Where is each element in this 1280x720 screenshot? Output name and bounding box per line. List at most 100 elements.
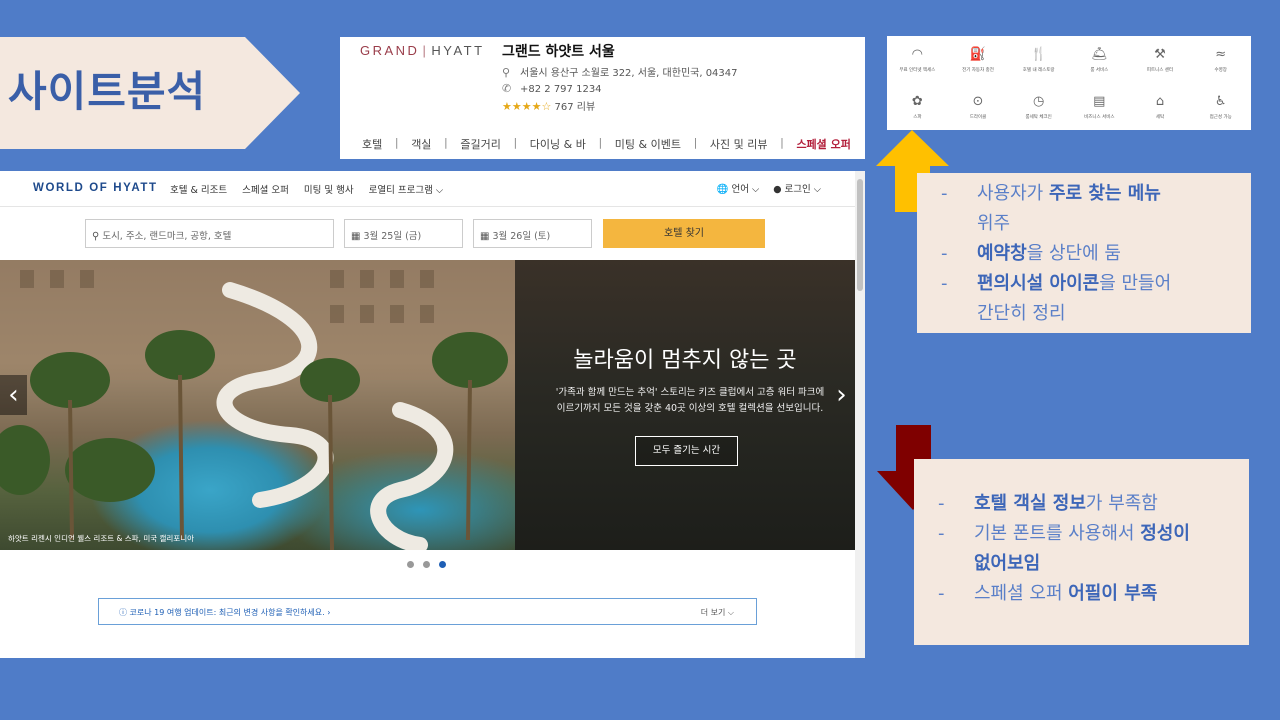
amenity-item: ◷ 룸세탁 체크인 (1008, 83, 1069, 130)
amenity-label: 비즈니스 서비스 (1084, 114, 1115, 120)
world-of-hyatt-logo[interactable]: WORLD OF HYATT (33, 182, 158, 194)
nav-hotels-resorts[interactable]: 호텔 & 리조트 (170, 182, 227, 196)
note-line: - 편의시설 아이콘을 만들어 (941, 269, 1241, 299)
destination-search-input[interactable]: ⚲ 도시, 주소, 랜드마크, 공항, 호텔 (85, 219, 334, 248)
note-line: - 기본 폰트를 사용해서 정성이 (938, 519, 1238, 549)
chevron-down-icon: ⌵ (752, 184, 760, 195)
calendar-icon: ▦ (480, 231, 490, 242)
chevron-right-icon: › (836, 380, 847, 410)
checkout-date-field[interactable]: ▦ 3월 26일 (토) (473, 219, 592, 248)
amenity-item: 🛎 룸 서비스 (1069, 36, 1130, 83)
covid-update-banner[interactable]: ⓘ 코로나 19 여행 업데이트: 최근의 변경 사항을 확인하세요. › 더 … (98, 598, 757, 625)
find-hotels-button[interactable]: 호텔 찾기 (603, 219, 765, 248)
pool-icon: ≈ (1215, 46, 1227, 62)
amenity-item: ⚒ 피트니스 센터 (1130, 36, 1191, 83)
hero-title: 놀라움이 멈추지 않는 곳 (573, 348, 797, 373)
scrollbar[interactable] (855, 171, 865, 658)
slide-title: 사이트분석 (8, 67, 207, 116)
bullet-dash: - (941, 273, 948, 294)
hotel-phone[interactable]: ✆ +82 2 797 1234 (502, 82, 602, 95)
wifi-icon: ◠ (911, 46, 923, 62)
amenity-item: ◠ 무료 인터넷 액세스 (887, 36, 948, 83)
carousel-dot[interactable] (407, 561, 414, 568)
carousel-dot[interactable] (423, 561, 430, 568)
bullet-dash: - (938, 493, 945, 514)
hotel-name: 그랜드 하얏트 서울 (502, 44, 615, 60)
laundry-icon: ⌂ (1155, 93, 1165, 109)
checkin-date-field[interactable]: ▦ 3월 25일 (금) (344, 219, 463, 248)
amenity-item: ♿ 접근성 가능 (1190, 83, 1251, 130)
nav-meetings-events[interactable]: 미팅 및 행사 (304, 182, 354, 196)
nav-special-offers[interactable]: 스페셜 오퍼 (242, 182, 289, 196)
note-line: - 스페셜 오퍼 어필이 부족 (938, 579, 1238, 609)
nav-right: 🌐 언어 ⌵ ● 로그인 ⌵ (717, 181, 821, 195)
carousel-dot[interactable] (439, 561, 446, 568)
concierge-icon: ◷ (1032, 93, 1045, 109)
bullet-dash: - (941, 243, 948, 264)
hero-carousel: 놀라움이 멈추지 않는 곳 '가족과 함께 만드는 추억' 스토리는 키즈 클럽… (0, 260, 855, 550)
hotel-nav-item-rooms[interactable]: 객실 (411, 136, 431, 152)
carousel-next-button[interactable]: › (828, 375, 855, 415)
chevron-left-icon: ‹ (8, 380, 19, 410)
amenity-item: ⛽ 전기 자동차 충전 (948, 36, 1009, 83)
amenity-item: ⌂ 세탁 (1130, 83, 1191, 130)
amenity-item: ▤ 비즈니스 서비스 (1069, 83, 1130, 130)
note-line: 위주 (977, 213, 1011, 234)
business-icon: ▤ (1093, 93, 1106, 109)
hotel-nav-item-photos[interactable]: 사진 및 리뷰 (710, 136, 768, 152)
location-pin-icon: ⚲ (502, 66, 511, 79)
note-line: - 호텔 객실 정보가 부족함 (938, 489, 1238, 519)
user-icon: ● (773, 184, 782, 195)
top-navigation: WORLD OF HYATT 호텔 & 리조트 스페셜 오퍼 미팅 및 행사 로… (0, 171, 855, 207)
amenity-label: 무료 인터넷 액세스 (899, 67, 936, 73)
amenity-label: 접근성 가능 (1209, 114, 1232, 120)
main-nav: 호텔 & 리조트 스페셜 오퍼 미팅 및 행사 로열티 프로그램 ⌵ (170, 182, 443, 196)
info-icon: ⓘ (119, 608, 127, 617)
valet-icon: ⊙ (972, 93, 984, 109)
nav-loyalty-program[interactable]: 로열티 프로그램 ⌵ (369, 182, 443, 196)
hotel-nav-item-dining[interactable]: 다이닝 & 바 (530, 136, 586, 152)
hotel-address[interactable]: ⚲ 서울시 용산구 소월로 322, 서울, 대한민국, 04347 (502, 64, 738, 79)
amenity-item: 🍴 호텔 내 레스토랑 (1008, 36, 1069, 83)
bullet-dash: - (938, 583, 945, 604)
restaurant-icon: 🍴 (1030, 46, 1047, 62)
amenity-label: 세탁 (1155, 114, 1165, 120)
booking-bar: ⚲ 도시, 주소, 랜드마크, 공항, 호텔 ▦ 3월 25일 (금) ▦ 3월 26… (0, 208, 855, 261)
language-selector[interactable]: 🌐 언어 ⌵ (717, 181, 760, 195)
amenity-label: 피트니스 센터 (1146, 67, 1174, 73)
chevron-down-icon: ⌵ (435, 185, 444, 196)
star-rating: ★★★★☆ (502, 100, 552, 113)
notes-strengths: - 사용자가 주로 찾는 메뉴위주 - 예약창을 상단에 둠 - 편의시설 아이콘을 만들… (917, 173, 1251, 333)
hero-description: '가족과 함께 만드는 추억' 스토리는 키즈 클럽에서 고층 워터 파크에 이르… (555, 387, 825, 414)
hero-cta-button[interactable]: 모두 즐기는 시간 (635, 436, 738, 466)
hotel-nav-item-special-offer[interactable]: 스페셜 오퍼 (796, 136, 850, 152)
hotel-rating[interactable]: ★★★★☆ 767 리뷰 (502, 98, 595, 113)
calendar-icon: ▦ (351, 231, 361, 242)
amenity-item: ✿ 스파 (887, 83, 948, 130)
note-line: 간단히 정리 (977, 303, 1066, 324)
bullet-dash: - (938, 523, 945, 544)
hotel-nav-item-hotel[interactable]: 호텔 (362, 136, 382, 152)
covid-more-link[interactable]: 더 보기 ⌵ (701, 607, 734, 618)
note-line: - 예약창을 상단에 둠 (941, 239, 1241, 269)
hero-caption: 하얏트 리젠시 인디언 웰스 리조트 & 스파, 미국 캘리포니아 (8, 534, 195, 543)
amenities-panel: ◠ 무료 인터넷 액세스 ⛽ 전기 자동차 충전 🍴 호텔 내 레스토랑 🛎 룸 서비스 ⚒ 피트… (887, 36, 1251, 130)
room-service-icon: 🛎 (1091, 46, 1108, 62)
hotel-nav-item-meetings[interactable]: 미팅 & 이벤트 (615, 136, 681, 152)
grand-hyatt-logo[interactable]: GRAND | HYATT (360, 43, 485, 58)
scrollbar-thumb[interactable] (857, 179, 863, 291)
amenity-label: 전기 자동차 충전 (962, 67, 994, 73)
amenity-item: ⊙ 드라이클 (948, 83, 1009, 130)
chevron-down-icon: ⌵ (727, 608, 734, 617)
bullet-dash: - (941, 183, 948, 204)
login-button[interactable]: ● 로그인 ⌵ (773, 181, 821, 195)
fitness-icon: ⚒ (1154, 46, 1166, 62)
note-line: - 사용자가 주로 찾는 메뉴 (941, 179, 1241, 209)
hotel-nav: 호텔 | 객실 | 즐길거리 | 다이닝 & 바 | 미팅 & 이벤트 | 사진 및 리뷰… (362, 136, 851, 152)
website-screenshot: WORLD OF HYATT 호텔 & 리조트 스페셜 오퍼 미팅 및 행사 로… (0, 171, 865, 658)
hotel-nav-item-activities[interactable]: 즐길거리 (460, 136, 500, 152)
hero-image-waterpark (0, 260, 515, 550)
amenity-item: ≈ 수영장 (1190, 36, 1251, 83)
carousel-prev-button[interactable]: ‹ (0, 375, 27, 415)
carousel-dots (407, 561, 446, 568)
